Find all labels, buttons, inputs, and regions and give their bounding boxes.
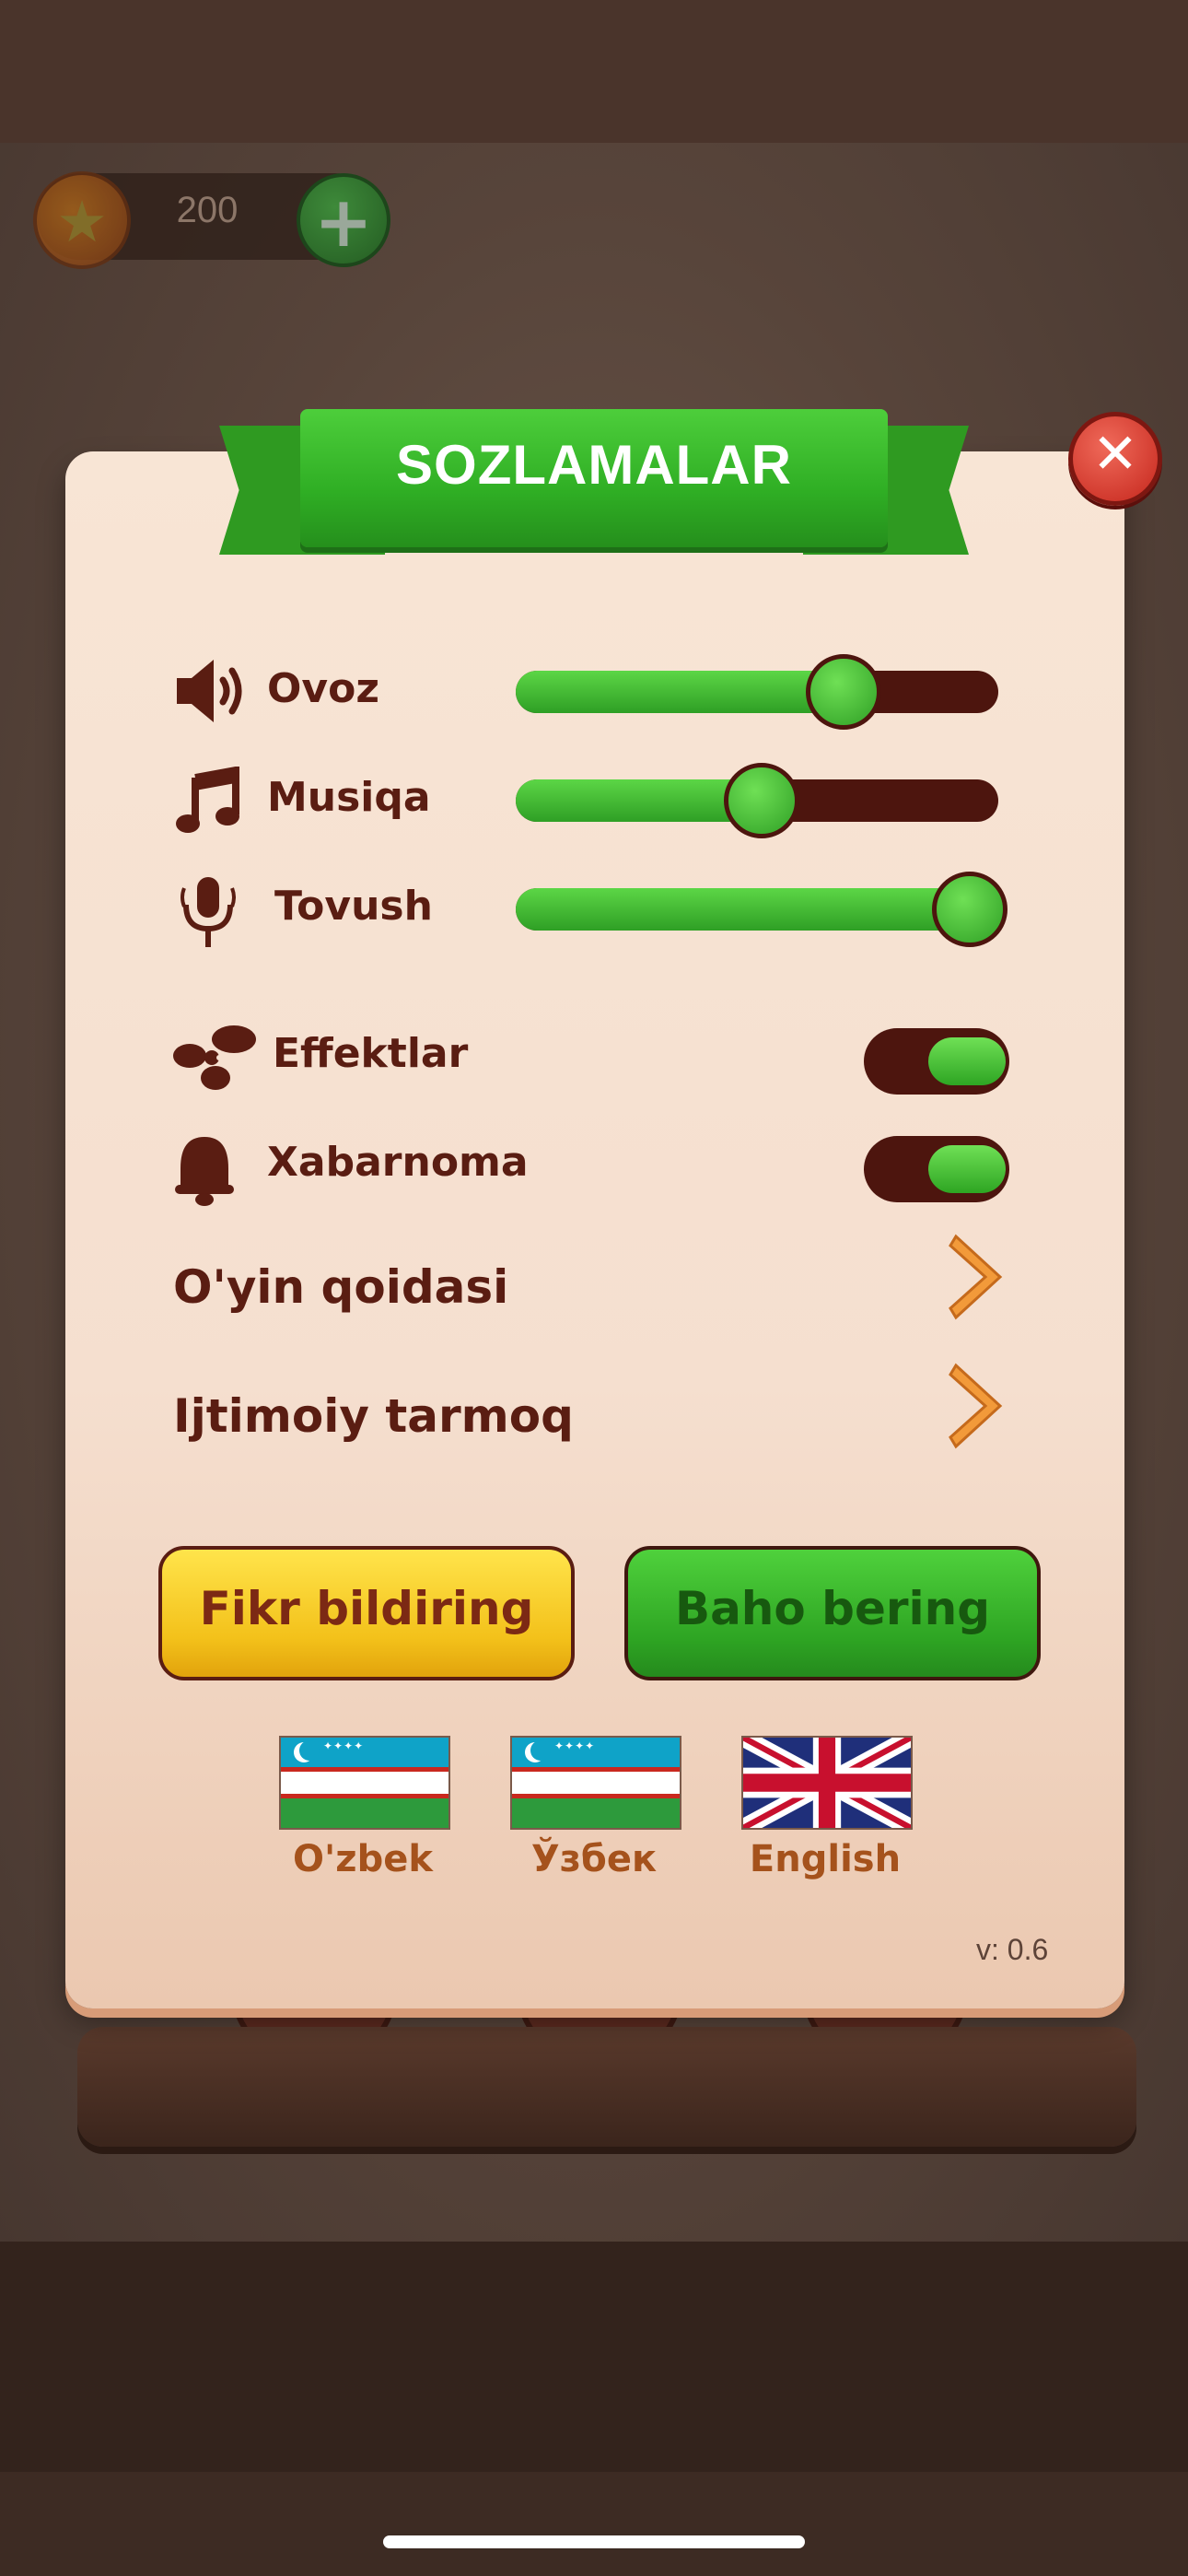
toggle-label-effektlar: Effektlar	[273, 1030, 469, 1077]
uk-flag-icon[interactable]	[741, 1736, 913, 1830]
language-uzbek-latin[interactable]: O'zbek	[252, 1838, 473, 1880]
slider-knob[interactable]	[931, 872, 1007, 947]
social-network-link[interactable]: Ijtimoiy tarmoq	[173, 1389, 574, 1443]
effects-icon	[171, 1023, 260, 1100]
language-english[interactable]: English	[715, 1838, 936, 1880]
plus-icon: +	[314, 181, 373, 263]
rate-button[interactable]: Baho bering	[624, 1546, 1041, 1680]
chevron-right-icon[interactable]	[949, 1360, 1007, 1474]
bottom-bar	[0, 2472, 1188, 2576]
home-indicator[interactable]	[383, 2535, 805, 2548]
bottom-background	[0, 2242, 1188, 2472]
music-note-icon	[175, 766, 241, 840]
volume-slider[interactable]	[516, 654, 998, 730]
toggle-label-xabarnoma: Xabarnoma	[267, 1139, 529, 1186]
speaker-icon	[173, 656, 250, 730]
chevron-right-icon[interactable]	[949, 1231, 1007, 1345]
notifications-toggle[interactable]	[864, 1136, 1009, 1202]
effects-toggle[interactable]	[864, 1028, 1009, 1095]
language-uzbek-cyrillic[interactable]: Ўзбек	[483, 1838, 705, 1880]
uzbekistan-flag-icon[interactable]: ✦✦✦✦	[279, 1736, 450, 1830]
toggle-thumb	[928, 1145, 1006, 1193]
slider-knob[interactable]	[724, 763, 800, 838]
dialog-title: SOZLAMALAR	[396, 434, 792, 496]
sound-slider[interactable]	[516, 872, 1007, 947]
add-coins-button[interactable]: +	[297, 173, 390, 267]
star-coin-icon: ★	[33, 171, 131, 269]
toggle-thumb	[928, 1037, 1006, 1085]
top-background	[0, 0, 1188, 143]
slider-label-ovoz: Ovoz	[267, 665, 379, 712]
music-slider[interactable]	[516, 763, 998, 838]
coin-amount: 200	[176, 190, 239, 230]
microphone-icon	[181, 873, 236, 954]
close-icon: ✕	[1091, 422, 1139, 486]
slider-label-tovush: Tovush	[274, 883, 433, 930]
version-label: v: 0.6	[976, 1933, 1049, 1966]
feedback-button[interactable]: Fikr bildiring	[158, 1546, 575, 1680]
slider-fill	[516, 671, 844, 713]
uzbekistan-flag-icon[interactable]: ✦✦✦✦	[510, 1736, 681, 1830]
background-shelf	[77, 2027, 1136, 2147]
bell-icon	[171, 1131, 238, 1212]
slider-fill	[516, 888, 970, 931]
close-button[interactable]: ✕	[1068, 412, 1162, 506]
slider-knob[interactable]	[806, 654, 882, 730]
game-rules-link[interactable]: O'yin qoidasi	[173, 1260, 508, 1314]
slider-label-musiqa: Musiqa	[267, 774, 431, 821]
